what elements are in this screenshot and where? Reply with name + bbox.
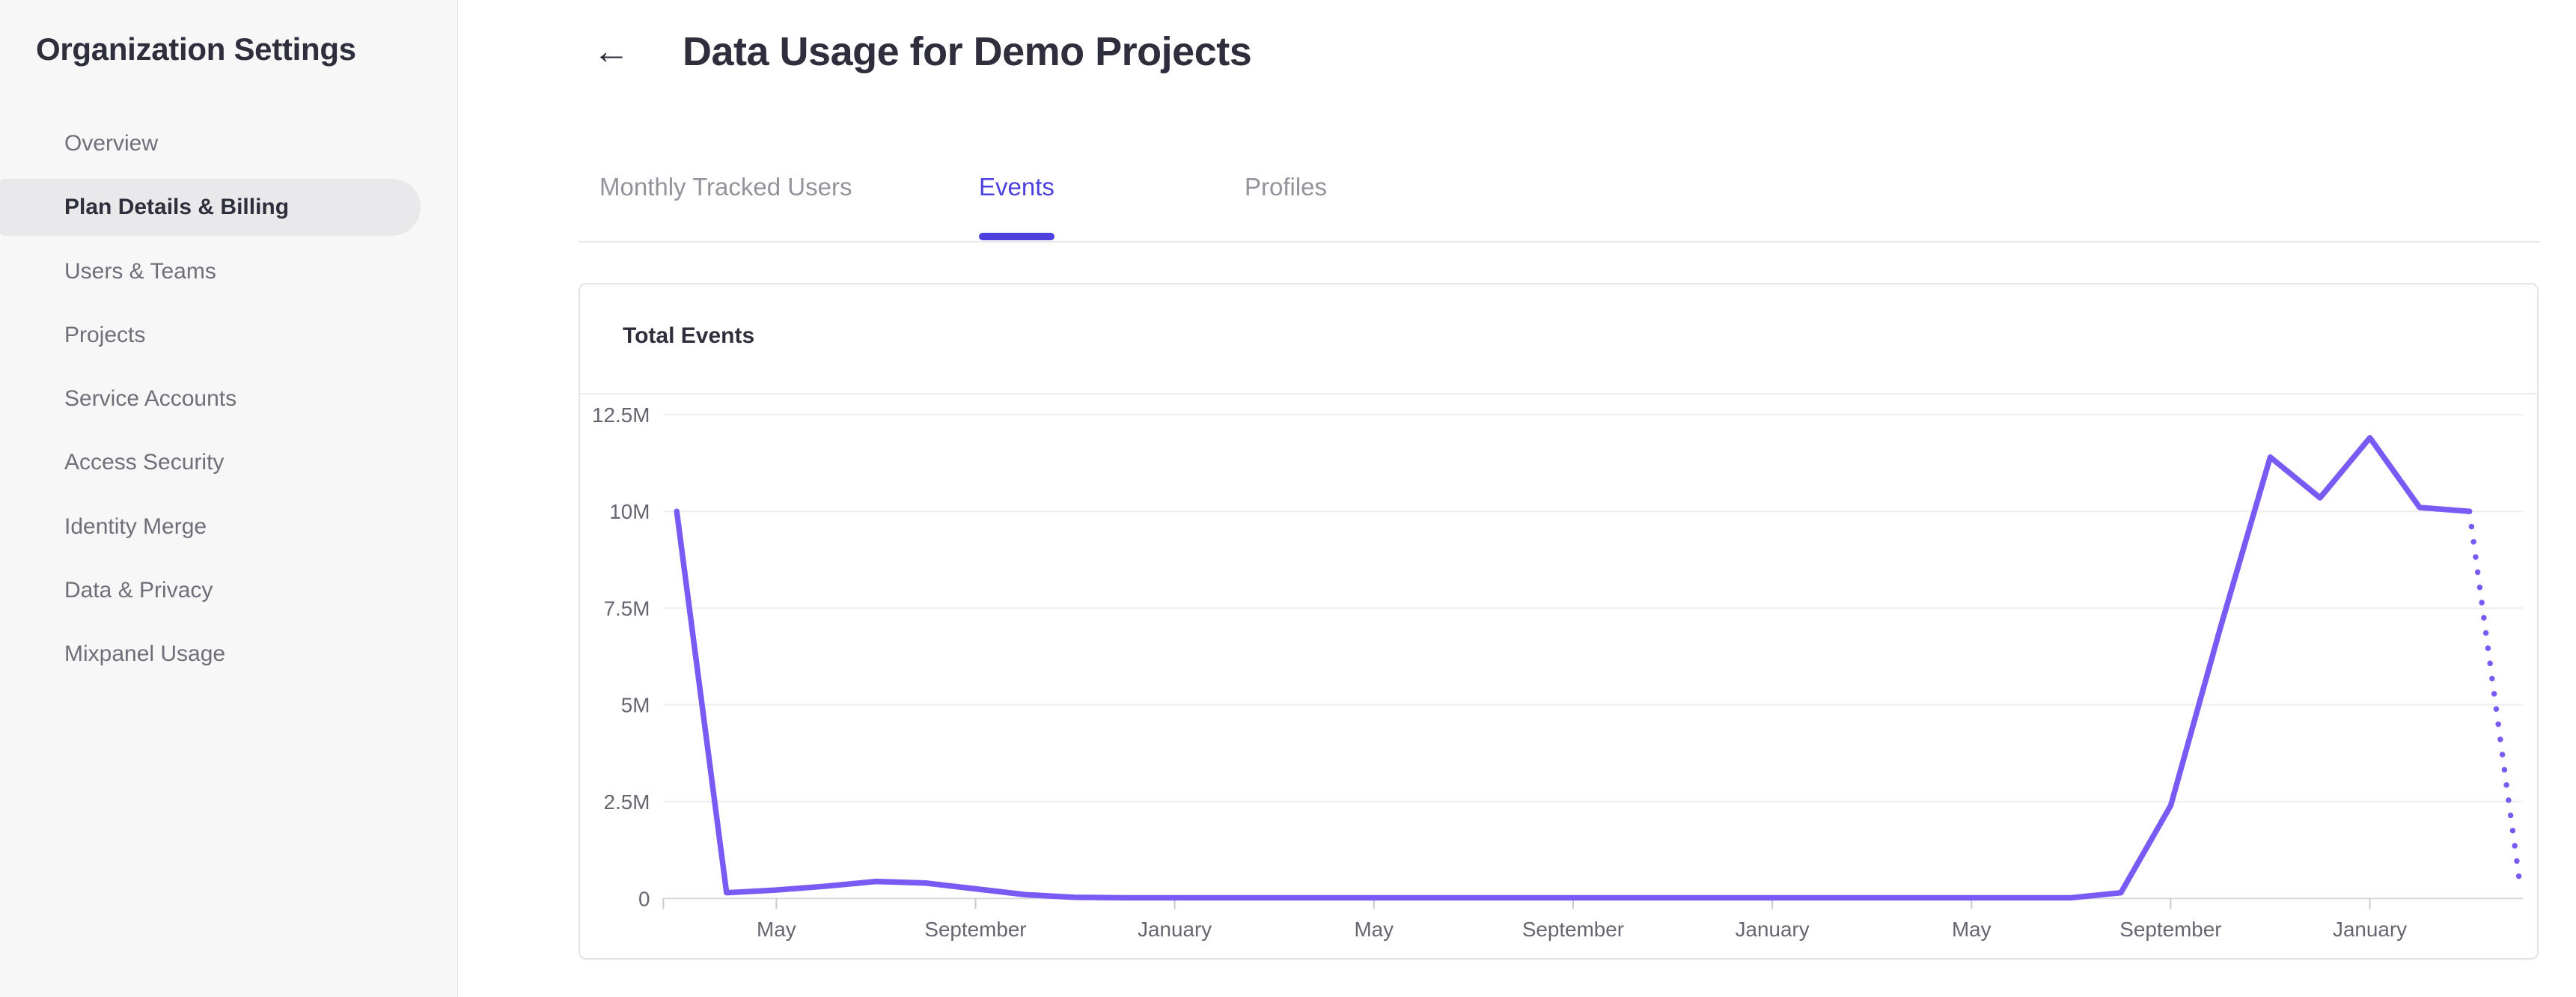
y-axis-label: 0 — [638, 887, 650, 910]
y-axis-label: 7.5M — [604, 597, 650, 620]
sidebar-item-data-privacy[interactable]: Data & Privacy — [0, 562, 421, 619]
total-events-card: Total Events 12.5M 10M 7.5M 5M 2.5M 0 May Septe… — [579, 283, 2539, 960]
sidebar-item-identity-merge[interactable]: Identity Merge — [0, 498, 421, 555]
sidebar-item-projects[interactable]: Projects — [0, 307, 421, 364]
chart-title: Total Events — [623, 323, 755, 348]
y-axis-label: 2.5M — [604, 790, 650, 814]
x-axis-label: September — [2119, 918, 2221, 941]
x-axis-label: September — [1522, 918, 1624, 941]
sidebar-item-mixpanel-usage[interactable]: Mixpanel Usage — [0, 626, 421, 683]
tab-bar: Monthly Tracked Users Events Profiles — [0, 0, 2576, 254]
events-series-line — [674, 435, 2473, 901]
y-axis-label: 10M — [609, 500, 650, 523]
x-axis-label: January — [1736, 918, 1810, 941]
sidebar-item-service-accounts[interactable]: Service Accounts — [0, 371, 421, 427]
tab-monthly-tracked-users[interactable]: Monthly Tracked Users — [599, 171, 852, 204]
sidebar-item-access-security[interactable]: Access Security — [0, 434, 421, 491]
x-axis-label: September — [924, 918, 1026, 941]
y-axis-label: 5M — [621, 694, 650, 717]
y-axis-label: 12.5M — [592, 403, 650, 427]
events-line-chart[interactable]: 12.5M 10M 7.5M 5M 2.5M 0 May September January Ma… — [580, 394, 2537, 958]
chart-area: 12.5M 10M 7.5M 5M 2.5M 0 May September January Ma… — [580, 394, 2537, 958]
tab-divider — [579, 241, 2540, 243]
tab-events[interactable]: Events — [979, 171, 1054, 204]
x-axis-label: May — [1952, 918, 1991, 941]
x-axis-label: May — [1354, 918, 1394, 941]
x-axis-label: January — [2333, 918, 2407, 941]
tab-profiles[interactable]: Profiles — [1245, 171, 1327, 204]
events-series-projected-dotted — [2466, 508, 2522, 882]
active-tab-underline — [979, 233, 1054, 240]
x-axis-label: January — [1138, 918, 1212, 941]
x-axis-label: May — [757, 918, 796, 941]
